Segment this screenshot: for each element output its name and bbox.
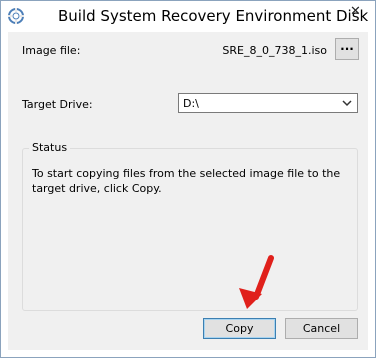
status-group: Status To start copying files from the s… [22, 141, 358, 311]
target-drive-value: D:\ [183, 97, 199, 110]
browse-button[interactable]: ... [335, 38, 359, 60]
window-title: Build System Recovery Environment Disk [58, 7, 369, 25]
cancel-button[interactable]: Cancel [285, 318, 358, 339]
dialog-content: Image file: SRE_8_0_738_1.iso ... Target… [8, 32, 368, 350]
close-button[interactable]: ✕ [342, 1, 369, 23]
status-message: To start copying files from the selected… [32, 167, 341, 195]
title-bar: Build System Recovery Environment Disk ✕ [1, 1, 375, 32]
copy-button[interactable]: Copy [203, 318, 276, 339]
lifebuoy-icon [7, 7, 25, 25]
image-file-label: Image file: [22, 44, 81, 57]
target-drive-label: Target Drive: [22, 98, 93, 111]
target-drive-select[interactable]: D:\ [178, 93, 358, 113]
dialog-window: Build System Recovery Environment Disk ✕… [0, 0, 376, 358]
image-file-value: SRE_8_0_738_1.iso [222, 44, 327, 57]
chevron-down-icon[interactable] [340, 96, 354, 110]
status-legend: Status [29, 141, 71, 154]
